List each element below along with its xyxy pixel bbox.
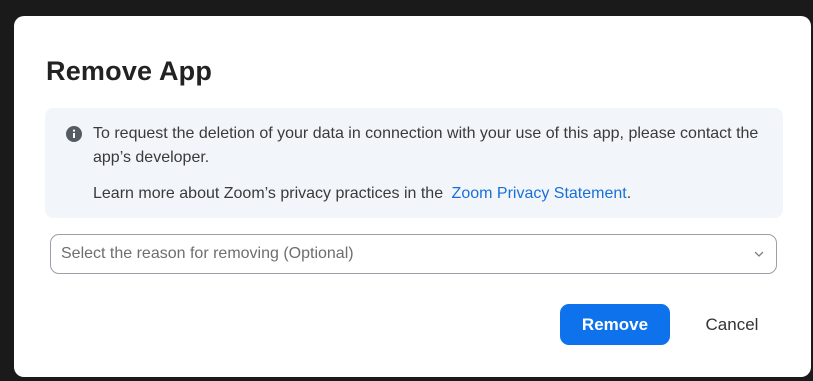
reason-select[interactable]: Select the reason for removing (Optional…: [50, 234, 777, 274]
info-icon: [66, 126, 82, 142]
privacy-note: Learn more about Zoom’s privacy practice…: [93, 182, 631, 206]
dialog-title: Remove App: [46, 56, 213, 86]
info-notice: To request the deletion of your data in …: [45, 108, 783, 218]
privacy-link-text: Zoom Privacy Statement: [451, 185, 627, 202]
remove-button[interactable]: Remove: [560, 304, 670, 345]
reason-select-placeholder: Select the reason for removing (Optional…: [61, 245, 354, 262]
chevron-down-icon: [754, 251, 764, 257]
privacy-note-text: Learn more about Zoom’s privacy practice…: [93, 185, 444, 202]
cancel-button[interactable]: Cancel: [690, 304, 774, 345]
notice-message: To request the deletion of your data in …: [93, 125, 759, 166]
privacy-note-period: .: [626, 185, 632, 202]
remove-app-dialog: Remove App To request the deletion of yo…: [14, 16, 811, 377]
privacy-statement-link[interactable]: Zoom Privacy Statement: [452, 185, 627, 202]
